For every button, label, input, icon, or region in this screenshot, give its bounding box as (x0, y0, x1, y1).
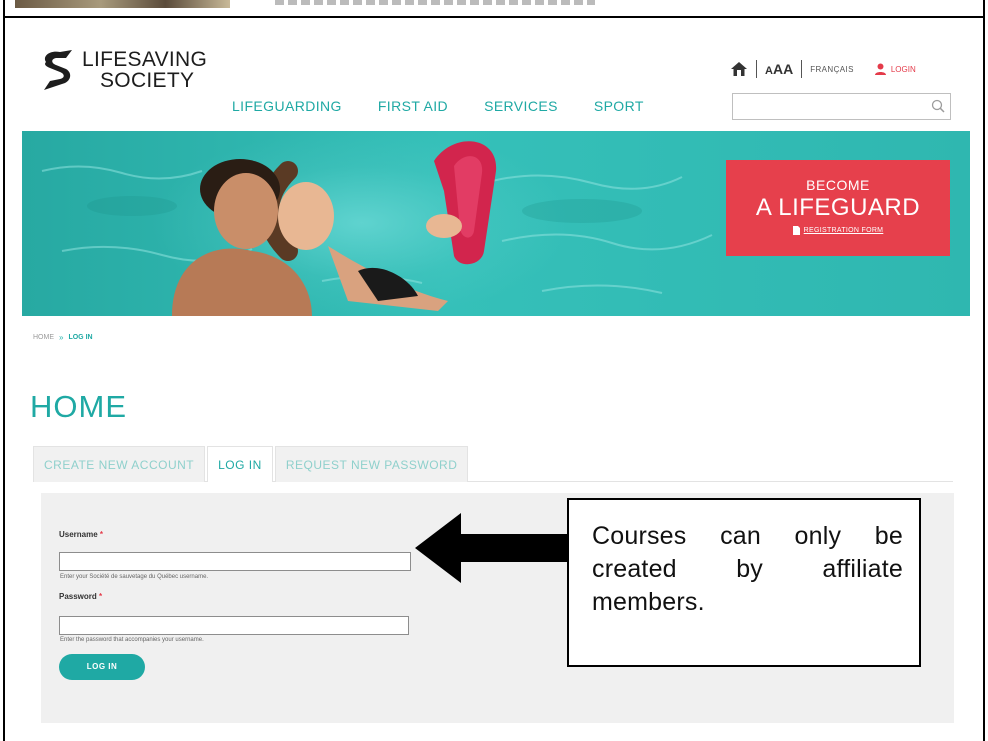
hero-banner: BECOME A LIFEGUARD REGISTRATION FORM (22, 131, 970, 316)
site-logo[interactable]: LIFESAVING SOCIETY (40, 48, 207, 92)
username-label: Username * (59, 530, 103, 539)
username-field[interactable] (59, 552, 411, 571)
account-tabs: CREATE NEW ACCOUNT LOG IN REQUEST NEW PA… (33, 446, 953, 482)
username-label-text: Username (59, 530, 98, 539)
logo-text-line2: SOCIETY (100, 69, 195, 92)
breadcrumb-home[interactable]: HOME (33, 334, 54, 341)
main-navigation: LIFEGUARDING FIRST AID SERVICES SPORT (232, 98, 680, 114)
nav-item-services[interactable]: SERVICES (484, 98, 558, 114)
required-mark: * (99, 530, 104, 539)
nav-item-first-aid[interactable]: FIRST AID (378, 98, 448, 114)
become-lifeguard-cta[interactable]: BECOME A LIFEGUARD REGISTRATION FORM (726, 160, 950, 256)
banner-swimmer-male (172, 159, 312, 316)
search-icon[interactable] (930, 98, 946, 114)
font-size-large-label: AA (772, 61, 794, 77)
cta-line1: BECOME (806, 177, 870, 193)
password-help-text: Enter the password that accompanies your… (60, 637, 204, 643)
font-size-toggle[interactable]: AAA (765, 61, 793, 77)
home-icon[interactable] (730, 61, 748, 77)
breadcrumb-current: LOG IN (68, 334, 93, 341)
font-size-small-label: A (765, 65, 773, 77)
password-label-text: Password (59, 592, 97, 601)
log-in-button[interactable]: LOG IN (59, 654, 145, 680)
logo-mark-icon (44, 50, 72, 90)
logo-text-line1: LIFESAVING (82, 48, 208, 71)
utility-separator (801, 60, 803, 78)
banner-rescue-tube (426, 141, 497, 265)
required-mark: * (99, 592, 103, 601)
nav-item-lifeguarding[interactable]: LIFEGUARDING (232, 98, 342, 114)
password-field[interactable] (59, 616, 409, 635)
cropped-top-strip (5, 0, 983, 18)
registration-form-link[interactable]: REGISTRATION FORM (792, 226, 884, 235)
tab-create-new-account[interactable]: CREATE NEW ACCOUNT (33, 446, 206, 482)
cropped-photo-fragment (15, 0, 230, 8)
tab-log-in[interactable]: LOG IN (207, 446, 273, 482)
annotation-text: Courses can only be created by affiliate… (592, 522, 903, 616)
cta-line2: A LIFEGUARD (755, 194, 921, 221)
tab-request-new-password[interactable]: REQUEST NEW PASSWORD (274, 446, 469, 482)
document-icon (792, 226, 800, 235)
cropped-text-fragment (275, 0, 595, 5)
login-link[interactable]: LOGIN (874, 63, 916, 75)
utility-bar: AAA FRANÇAIS LOGIN (730, 60, 916, 78)
breadcrumb: HOME » LOG IN (33, 333, 93, 342)
password-label: Password * (59, 592, 102, 601)
username-help-text: Enter your Société de sauvetage du Québe… (60, 574, 209, 580)
search-input[interactable] (732, 93, 951, 120)
user-icon (874, 63, 886, 75)
nav-item-sport[interactable]: SPORT (594, 98, 644, 114)
arrow-left-icon (415, 513, 570, 583)
registration-form-label: REGISTRATION FORM (803, 227, 884, 234)
login-link-label: LOGIN (890, 64, 916, 74)
breadcrumb-separator: » (59, 333, 64, 342)
annotation-callout: Courses can only be created by affiliate… (567, 498, 921, 667)
page-title: HOME (30, 389, 127, 424)
language-link[interactable]: FRANÇAIS (810, 65, 854, 74)
utility-separator (756, 60, 757, 78)
